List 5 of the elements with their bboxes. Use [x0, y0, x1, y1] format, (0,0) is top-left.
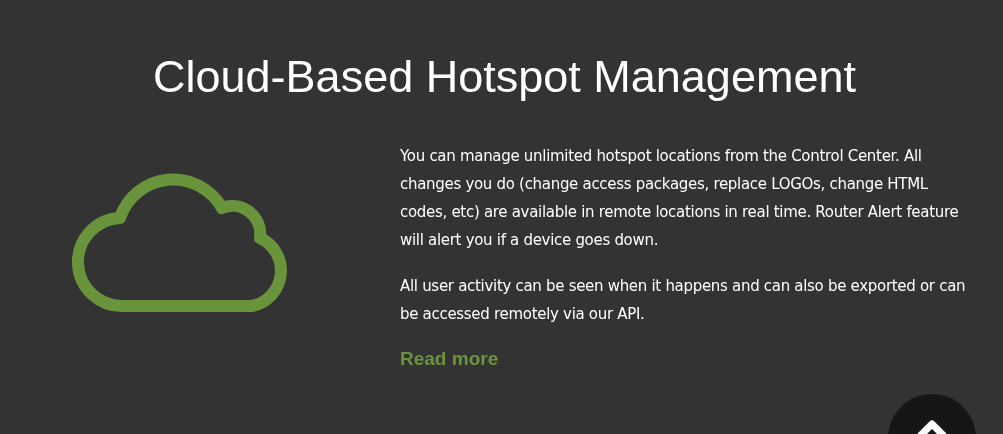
- paragraph: All user activity can be seen when it happens and can also be exported or can be accessed remotely via our API.: [400, 276, 967, 325]
- chevron-up-icon: [917, 420, 947, 434]
- read-more-link[interactable]: Read more: [400, 348, 499, 370]
- paragraph: You can manage unlimited hotspot locations from the Control Center. All changes you do (change access packages, replace LOGOs, change HTML codes, etc) are available in remote locations in real time. Router Alert feature will alert you if a device goes down.: [400, 146, 960, 251]
- section-title: Cloud-Based Hotspot Management: [152, 50, 857, 104]
